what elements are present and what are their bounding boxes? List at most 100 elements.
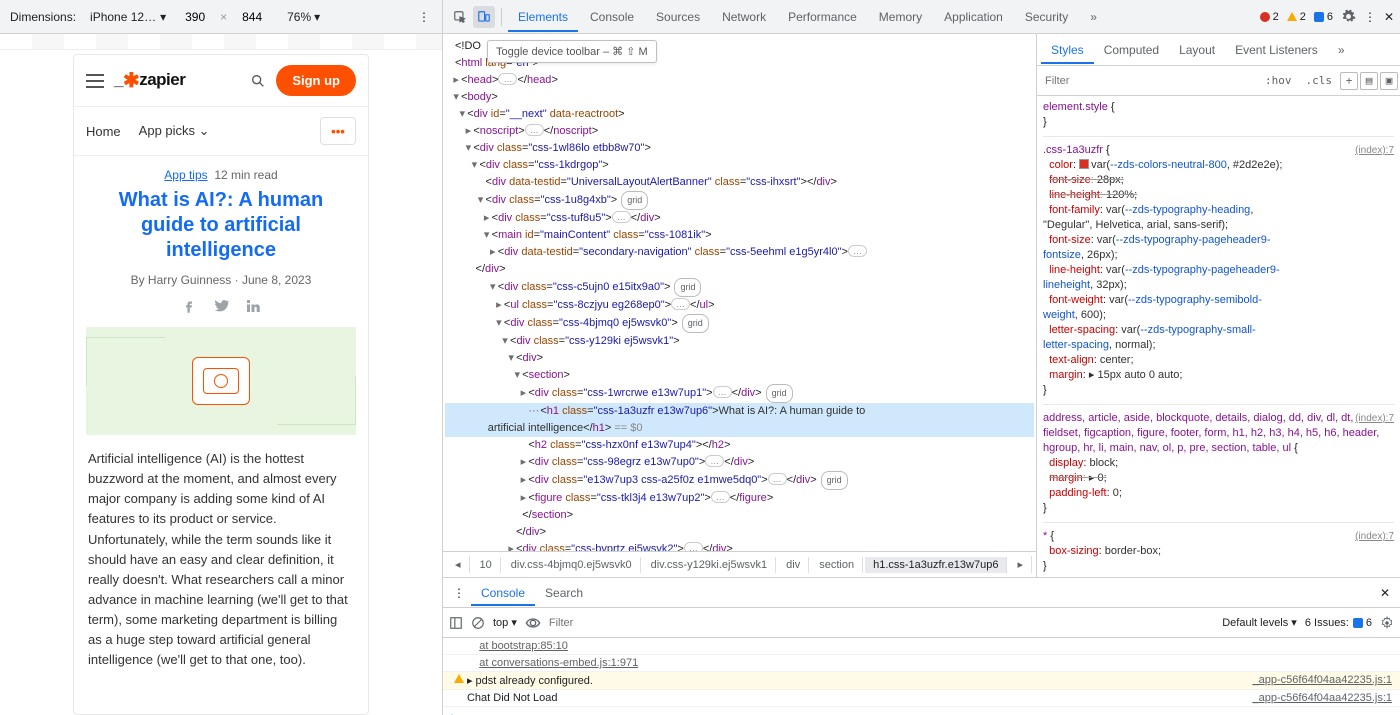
console-filter-input[interactable] bbox=[549, 613, 1214, 633]
dom-node[interactable]: ▸<div data-testid="secondary-navigation"… bbox=[445, 244, 1034, 278]
stab-computed[interactable]: Computed bbox=[1094, 36, 1169, 64]
new-rule-icon[interactable]: + bbox=[1340, 72, 1358, 90]
context-select[interactable]: top ▾ bbox=[493, 616, 517, 629]
height-input[interactable] bbox=[233, 6, 271, 28]
dom-node[interactable]: ⋯<h1 class="css-1a3uzfr e13w7up6">What i… bbox=[445, 403, 1034, 437]
settings-icon[interactable] bbox=[1341, 9, 1356, 24]
dom-node[interactable]: ▾<main id="mainContent" class="css-1081i… bbox=[445, 227, 1034, 244]
stab-styles[interactable]: Styles bbox=[1041, 36, 1094, 64]
dom-node[interactable]: ▾<div> bbox=[445, 350, 1034, 367]
drawer-tab-console[interactable]: Console bbox=[471, 580, 535, 606]
info-count[interactable]: 6 bbox=[1314, 11, 1333, 23]
warning-count[interactable]: 2 bbox=[1287, 11, 1306, 23]
hov-toggle[interactable]: :hov bbox=[1259, 74, 1298, 87]
breadcrumbs[interactable]: ◂10div.css-4bjmq0.ej5wsvk0div.css-y129ki… bbox=[443, 551, 1036, 577]
rules-list[interactable]: element.style {} (index):7.css-1a3uzfr { … bbox=[1037, 96, 1400, 577]
dom-node[interactable]: </section> bbox=[445, 507, 1034, 524]
dom-node[interactable]: <div data-testid="UniversalLayoutAlertBa… bbox=[445, 174, 1034, 191]
issues-link[interactable]: 6 Issues: 6 bbox=[1305, 617, 1372, 629]
css-rule[interactable]: (index):7* { box-sizing: border-box;} bbox=[1043, 529, 1394, 577]
hamburger-icon[interactable] bbox=[86, 74, 104, 88]
dom-node[interactable]: ▾<div class="css-c5ujn0 e15itx9a0">grid bbox=[445, 278, 1034, 297]
tab-network[interactable]: Network bbox=[712, 2, 776, 32]
app-tips-link[interactable]: App tips bbox=[164, 168, 207, 182]
kebab-icon[interactable]: ⋮ bbox=[1364, 10, 1376, 24]
tab-security[interactable]: Security bbox=[1015, 2, 1078, 32]
drawer-tab-search[interactable]: Search bbox=[535, 580, 593, 606]
dom-node[interactable]: ▾<body> bbox=[445, 89, 1034, 106]
dom-node[interactable]: ▸<figure class="css-tkl3j4 e13w7up2">…</… bbox=[445, 490, 1034, 507]
tabs-overflow-icon[interactable]: » bbox=[1080, 2, 1107, 32]
stabs-overflow-icon[interactable]: » bbox=[1328, 36, 1355, 64]
search-icon[interactable] bbox=[250, 73, 266, 89]
dom-node[interactable]: ▾<div class="css-4bjmq0 ej5wsvk0">grid bbox=[445, 314, 1034, 333]
css-rule[interactable]: element.style {} bbox=[1043, 100, 1394, 137]
dom-node[interactable]: ▸<head>…</head> bbox=[445, 72, 1034, 89]
dom-node[interactable]: ▸<div class="e13w7up3 css-a25f0z e1mwe5d… bbox=[445, 471, 1034, 490]
dom-node[interactable]: </div> bbox=[445, 524, 1034, 541]
zapier-logo[interactable]: _✱zapier bbox=[114, 68, 185, 93]
error-count[interactable]: 2 bbox=[1260, 11, 1279, 23]
tab-console[interactable]: Console bbox=[580, 2, 644, 32]
dom-tree[interactable]: <!DO <html lang="en"> ▸<head>…</head> ▾<… bbox=[443, 34, 1036, 551]
facebook-icon[interactable] bbox=[180, 297, 198, 315]
live-expression-icon[interactable] bbox=[525, 617, 541, 629]
more-options-icon[interactable]: ⋮ bbox=[416, 9, 432, 25]
zoom-select[interactable]: 76% ▾ bbox=[287, 10, 320, 24]
dom-node[interactable]: ▾<div class="css-1wl86lo etbb8w70"> bbox=[445, 140, 1034, 157]
computed-sidebar-icon[interactable]: ▤ bbox=[1360, 72, 1378, 90]
close-icon[interactable]: ✕ bbox=[1384, 10, 1394, 24]
nav-more-button[interactable]: ••• bbox=[320, 117, 356, 145]
breadcrumb-item[interactable]: h1.css-1a3uzfr.e13w7up6 bbox=[865, 557, 1007, 573]
breadcrumb-item[interactable]: 10 bbox=[472, 557, 501, 573]
console-line[interactable]: Chat Did Not Load_app-c56f64f04aa42235.j… bbox=[443, 690, 1400, 707]
dom-node[interactable]: ▸<div class="css-bvprtz ej5wsvk2">…</div… bbox=[445, 541, 1034, 551]
css-rule[interactable]: (index):7address, article, aside, blockq… bbox=[1043, 411, 1394, 523]
console-prompt[interactable]: › bbox=[443, 707, 1400, 715]
nav-apppicks[interactable]: App picks ⌄ bbox=[139, 123, 210, 139]
linkedin-icon[interactable] bbox=[244, 297, 262, 315]
cls-toggle[interactable]: .cls bbox=[1300, 74, 1339, 87]
console-settings-icon[interactable] bbox=[1380, 616, 1394, 630]
dom-node[interactable]: ▾<div class="css-1u8g4xb">grid bbox=[445, 191, 1034, 210]
stab-eventlisteners[interactable]: Event Listeners bbox=[1225, 36, 1328, 64]
tab-performance[interactable]: Performance bbox=[778, 2, 867, 32]
dom-node[interactable]: ▾<div class="css-y129ki ej5wsvk1"> bbox=[445, 333, 1034, 350]
dom-node[interactable]: ▸<div class="css-1wrcrwe e13w7up1">…</di… bbox=[445, 384, 1034, 403]
css-rule[interactable]: (index):7.css-1a3uzfr { color: var(--zds… bbox=[1043, 143, 1394, 405]
breadcrumb-item[interactable]: section bbox=[811, 557, 863, 573]
clear-console-icon[interactable] bbox=[471, 616, 485, 630]
inspect-icon[interactable] bbox=[449, 6, 471, 28]
nav-home[interactable]: Home bbox=[86, 124, 121, 139]
width-input[interactable] bbox=[176, 6, 214, 28]
breadcrumb-item[interactable]: ▸ bbox=[1009, 556, 1032, 573]
log-levels-select[interactable]: Default levels ▾ bbox=[1222, 616, 1297, 629]
dom-node[interactable]: <h2 class="css-hzx0nf e13w7up4"></h2> bbox=[445, 437, 1034, 454]
signup-button[interactable]: Sign up bbox=[276, 65, 356, 96]
breadcrumb-item[interactable]: div.css-4bjmq0.ej5wsvk0 bbox=[503, 557, 641, 573]
device-toolbar-icon[interactable] bbox=[473, 6, 495, 28]
twitter-icon[interactable] bbox=[212, 297, 230, 315]
console-line[interactable]: at bootstrap:85:10 bbox=[443, 638, 1400, 655]
drawer-kebab-icon[interactable]: ⋮ bbox=[447, 586, 471, 600]
breadcrumb-item[interactable]: ◂ bbox=[447, 556, 470, 573]
breadcrumb-item[interactable]: div.css-y129ki.ej5wsvk1 bbox=[643, 557, 777, 573]
dom-node[interactable]: ▸<ul class="css-8czjyu eg268ep0">…</ul> bbox=[445, 297, 1034, 314]
console-output[interactable]: at bootstrap:85:10 at conversations-embe… bbox=[443, 638, 1400, 715]
dom-node[interactable]: ▸<noscript>…</noscript> bbox=[445, 123, 1034, 140]
dom-node[interactable]: ▾<div id="__next" data-reactroot> bbox=[445, 106, 1034, 123]
dom-node[interactable]: ▸<div class="css-98egrz e13w7up0">…</div… bbox=[445, 454, 1034, 471]
tab-sources[interactable]: Sources bbox=[646, 2, 710, 32]
styles-filter-input[interactable] bbox=[1039, 70, 1257, 92]
tab-application[interactable]: Application bbox=[934, 2, 1013, 32]
dom-node[interactable]: ▾<section> bbox=[445, 367, 1034, 384]
console-line[interactable]: ▸ pdst already configured._app-c56f64f04… bbox=[443, 672, 1400, 690]
device-select[interactable]: iPhone 12… ▾ bbox=[86, 6, 170, 28]
dom-node[interactable]: ▾<div class="css-1kdrgop"> bbox=[445, 157, 1034, 174]
console-line[interactable]: at conversations-embed.js:1:971 bbox=[443, 655, 1400, 672]
rendering-icon[interactable]: ▣ bbox=[1380, 72, 1398, 90]
breadcrumb-item[interactable]: div bbox=[778, 557, 809, 573]
drawer-close-icon[interactable]: ✕ bbox=[1374, 586, 1396, 600]
tab-memory[interactable]: Memory bbox=[869, 2, 932, 32]
dom-node[interactable]: ▸<div class="css-tuf8u5">…</div> bbox=[445, 210, 1034, 227]
